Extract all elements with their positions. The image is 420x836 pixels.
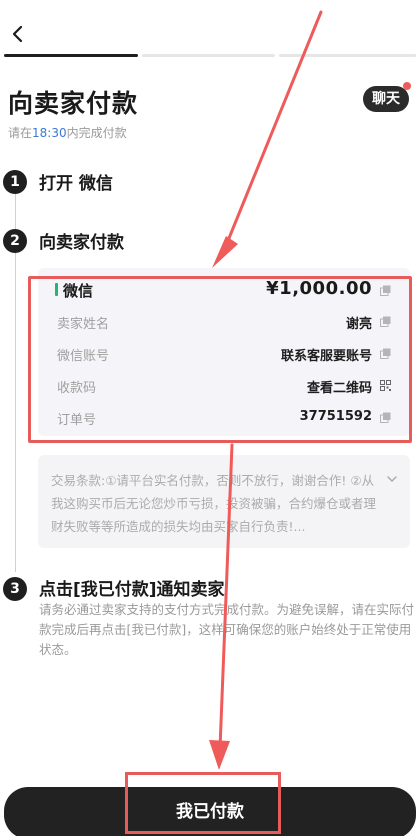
deadline-time: 18:30: [32, 126, 67, 140]
back-arrow-icon[interactable]: [8, 22, 30, 46]
notification-dot: [403, 82, 411, 90]
step-3-number: 3: [3, 577, 27, 601]
progress-segment-1: [4, 54, 138, 57]
trade-terms-text: 交易条款:①请平台实名付款，否则不放行，谢谢合作! ②从我这购买币后无论您炒币亏…: [51, 473, 377, 534]
progress-segment-3: [279, 54, 416, 57]
arrow-head-payment-card: [212, 236, 238, 268]
step-3-title: 点击[我已付款]通知卖家: [39, 580, 225, 600]
step-progress-bar: [0, 54, 420, 57]
step-1-number: 1: [3, 170, 27, 194]
arrow-to-payment-card: [223, 10, 323, 250]
step-3-description: 请务必通过卖家支持的支付方式完成付款。为避免误解，请在实际付款完成后再点击[我已…: [39, 602, 415, 657]
highlight-box-confirm-button: [125, 772, 281, 834]
highlight-box-payment-details: [28, 276, 412, 443]
page-title: 向卖家付款: [8, 89, 139, 118]
step-2-title: 向卖家付款: [39, 233, 124, 253]
arrow-head-confirm-button: [209, 740, 230, 770]
chat-button[interactable]: 聊天: [363, 86, 409, 112]
step-1-title: 打开 微信: [39, 174, 113, 194]
payment-deadline: 请在18:30内完成付款: [8, 126, 127, 140]
progress-segment-2: [142, 54, 275, 57]
step-2-number: 2: [3, 229, 27, 253]
chevron-down-icon[interactable]: [386, 474, 398, 484]
